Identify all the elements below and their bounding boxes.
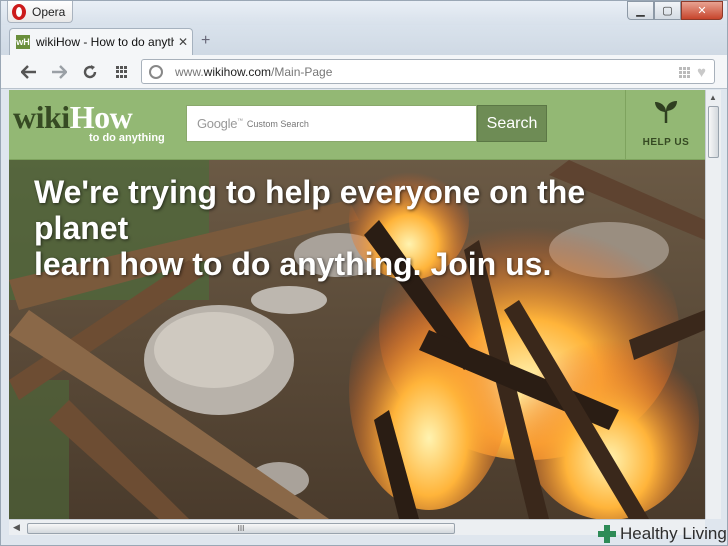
add-to-speed-dial-icon[interactable] [679,66,691,79]
tab-strip: wH wikiHow - How to do anything ✕ + [1,25,727,55]
wikihow-header: wikiHow to do anything Google™ Custom Se… [9,90,705,160]
url-text[interactable]: www.wikihow.com/Main-Page [175,65,332,79]
search-button[interactable]: Search [477,105,547,142]
back-arrow-icon[interactable] [18,61,40,83]
health-cross-icon [597,524,617,544]
opera-logo-icon [12,3,26,20]
window-controls: ▁ ▢ ✕ [627,1,723,20]
maximize-button[interactable]: ▢ [654,1,681,20]
search-placeholder: Custom Search [246,118,309,129]
healthy-living-watermark: Healthy Living [597,521,728,546]
logo-tagline: to do anything [89,132,165,144]
scroll-left-arrow-icon[interactable]: ◀ [13,522,20,533]
help-us-label: HELP US [642,137,690,148]
navigation-toolbar: www.wikihow.com/Main-Page ♥ [1,55,727,89]
new-tab-icon[interactable]: + [201,32,210,50]
tab-title: wikiHow - How to do anything [36,35,174,49]
close-icon: ✕ [697,5,707,17]
hero-headline: We're trying to help everyone on the pla… [34,174,674,282]
heart-icon[interactable]: ♥ [697,64,706,81]
minimize-icon: ▁ [636,5,645,17]
tab-wikihow[interactable]: wH wikiHow - How to do anything ✕ [9,28,193,55]
title-bar: Opera ▁ ▢ ✕ [1,1,727,25]
reload-icon[interactable] [79,61,101,83]
page-viewport: wikiHow to do anything Google™ Custom Se… [9,90,705,519]
google-brand: Google™ [197,116,243,131]
watermark-text: Healthy Living [620,524,727,543]
address-bar[interactable]: www.wikihow.com/Main-Page ♥ [141,59,715,84]
sprout-icon [655,101,677,123]
vertical-scrollbar[interactable]: ▲ [705,90,721,519]
help-us-link[interactable]: HELP US [625,90,705,160]
hero-line-1: We're trying to help everyone on the [34,174,586,210]
minimize-button[interactable]: ▁ [627,1,654,20]
browser-window: Opera ▁ ▢ ✕ wH wikiHow - How to do anyth… [0,0,728,546]
vertical-scroll-thumb[interactable] [708,106,719,158]
maximize-icon: ▢ [662,5,673,17]
forward-arrow-icon[interactable] [48,61,70,83]
wikihow-favicon-icon: wH [16,35,30,49]
search-input[interactable]: Google™ Custom Search [186,105,477,142]
hero-line-2: planet [34,210,129,246]
close-button[interactable]: ✕ [681,1,723,20]
site-info-icon[interactable] [149,64,163,79]
speed-dial-icon[interactable] [111,61,133,83]
opera-menu-button[interactable]: Opera [7,1,73,23]
tab-close-icon[interactable]: ✕ [178,35,188,49]
wikihow-logo[interactable]: wikiHow to do anything [13,100,165,144]
hero-line-3: learn how to do anything. Join us. [34,246,552,282]
scroll-up-arrow-icon[interactable]: ▲ [709,93,717,102]
horizontal-scroll-thumb[interactable]: III [27,523,455,534]
opera-menu-label: Opera [32,4,66,19]
